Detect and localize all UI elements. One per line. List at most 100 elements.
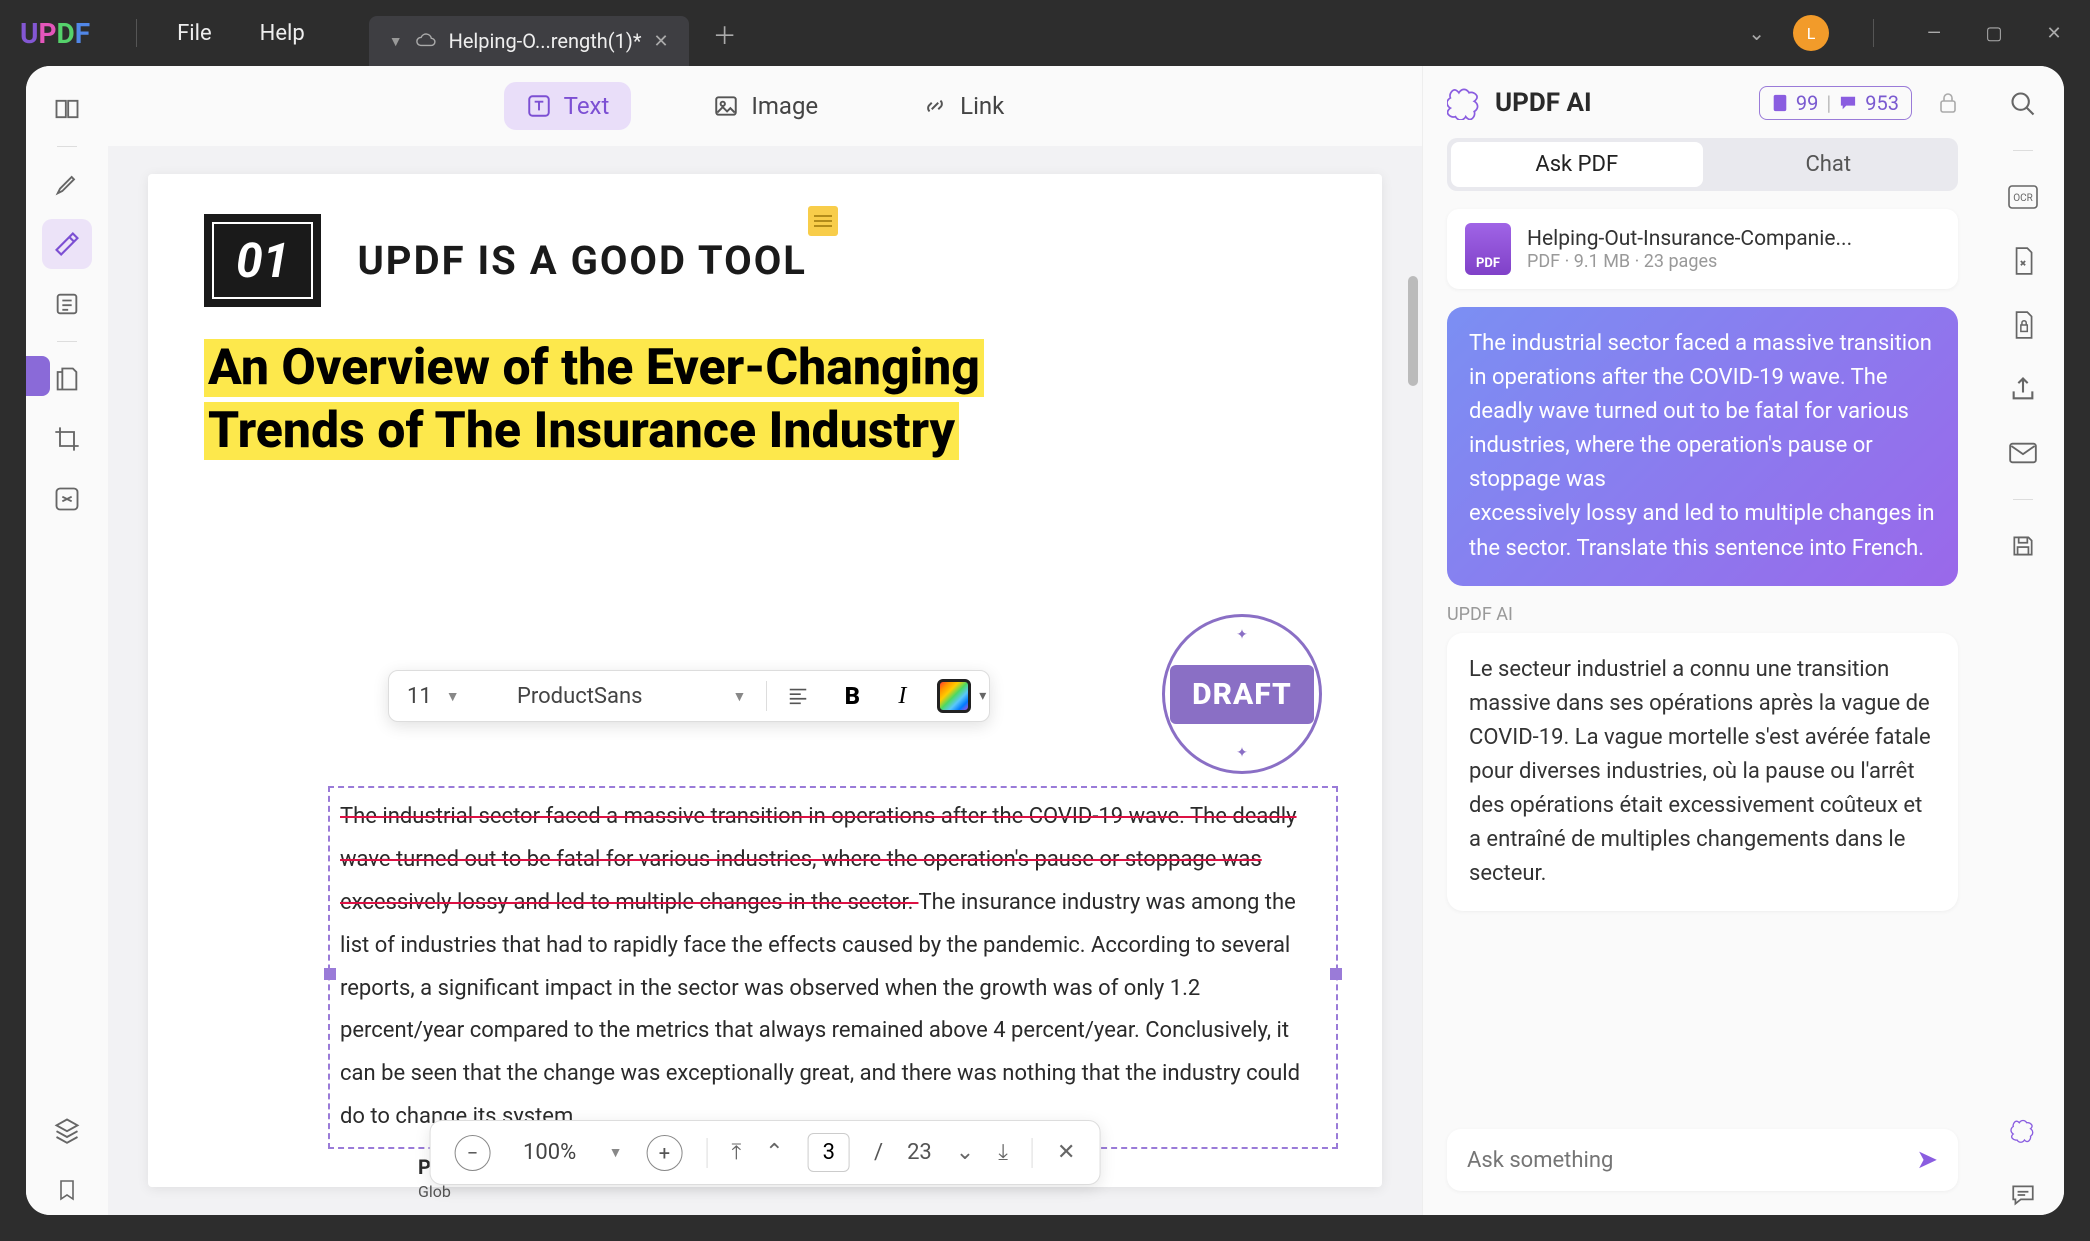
ai-credits-badge[interactable]: 99 | 953 — [1759, 86, 1912, 120]
redact-icon[interactable] — [42, 474, 92, 524]
protect-icon[interactable] — [2003, 305, 2043, 345]
ai-logo-icon — [1447, 86, 1481, 120]
ai-response-label: UPDF AI — [1447, 604, 1958, 625]
pdf-file-icon: PDF — [1465, 223, 1511, 275]
ai-panel-title: UPDF AI — [1495, 88, 1745, 118]
ai-badge-a: 99 — [1796, 91, 1818, 115]
page-headline[interactable]: An Overview of the Ever-Changing Trends … — [204, 339, 984, 460]
sticky-note-icon[interactable] — [808, 206, 838, 236]
ai-attached-file[interactable]: PDF Helping-Out-Insurance-Companie... PD… — [1447, 209, 1958, 289]
page-number-input[interactable]: 3 — [808, 1133, 850, 1172]
email-icon[interactable] — [2003, 433, 2043, 473]
prev-page-icon[interactable]: ⌃ — [765, 1135, 783, 1171]
separator — [766, 681, 767, 711]
window-close-icon[interactable]: ✕ — [2038, 23, 2070, 44]
caret-down-icon: ▼ — [732, 688, 746, 705]
align-left-icon[interactable] — [787, 685, 817, 707]
font-size-value: 11 — [407, 684, 432, 709]
ai-text-input[interactable] — [1467, 1148, 1916, 1173]
window-minimize-icon[interactable]: — — [1918, 23, 1950, 44]
separator — [1032, 1138, 1033, 1168]
separator — [57, 341, 77, 342]
crop-icon[interactable] — [42, 414, 92, 464]
layers-icon[interactable] — [42, 1105, 92, 1155]
separator — [57, 146, 77, 147]
tab-close-icon[interactable]: ✕ — [653, 31, 668, 52]
font-family-select[interactable]: ProductSans ▼ — [517, 684, 746, 709]
text-format-toolbar: 11 ▼ ProductSans ▼ B I — [388, 670, 990, 722]
section-title: UPDF IS A GOOD TOOL — [357, 237, 806, 284]
ai-flower-icon[interactable] — [2003, 1111, 2043, 1151]
chevron-down-icon[interactable]: ⌄ — [1748, 21, 1765, 45]
zoom-in-button[interactable]: + — [646, 1135, 682, 1171]
ai-tab-ask-pdf[interactable]: Ask PDF — [1451, 142, 1703, 187]
ai-input-bar[interactable]: ➤ — [1447, 1129, 1958, 1191]
document-tab[interactable]: ▼ Helping-O...rength(1)* ✕ — [369, 16, 689, 66]
ocr-icon[interactable]: OCR — [2003, 177, 2043, 217]
search-icon[interactable] — [2003, 84, 2043, 124]
font-family-value: ProductSans — [517, 684, 642, 709]
page-total: 23 — [907, 1140, 932, 1165]
lock-icon[interactable] — [1938, 92, 1958, 114]
draft-stamp[interactable]: DRAFT — [1162, 614, 1322, 774]
title-bar: UPDF File Help ▼ Helping-O...rength(1)* … — [0, 0, 2090, 66]
page-controls: − 100% ▼ + ⤒ ⌃ 3 / 23 ⌄ ⤓ ✕ — [430, 1120, 1101, 1185]
scrollbar-thumb[interactable] — [1408, 276, 1418, 386]
ai-tabs: Ask PDF Chat — [1447, 138, 1958, 191]
tool-image[interactable]: Image — [691, 82, 840, 130]
tool-link[interactable]: Link — [900, 82, 1026, 130]
svg-text:OCR: OCR — [2013, 193, 2033, 204]
tool-image-label: Image — [751, 92, 818, 120]
last-page-icon[interactable]: ⤓ — [998, 1135, 1008, 1171]
tool-text[interactable]: Text — [504, 82, 632, 130]
form-icon[interactable] — [42, 279, 92, 329]
document-viewport[interactable]: 01 UPDF IS A GOOD TOOL An Overview of th… — [108, 146, 1422, 1215]
menu-help[interactable]: Help — [236, 13, 329, 54]
window-maximize-icon[interactable]: ▢ — [1978, 23, 2010, 44]
separator — [2013, 150, 2033, 151]
edit-text-icon[interactable] — [42, 219, 92, 269]
ai-badge-b: 953 — [1865, 91, 1899, 115]
headline-line-1: An Overview of the Ever-Changing — [204, 339, 984, 397]
user-avatar[interactable]: L — [1793, 15, 1829, 51]
tool-link-label: Link — [960, 92, 1004, 120]
app-logo: UPDF — [20, 17, 90, 50]
new-tab-button[interactable]: ＋ — [713, 16, 737, 51]
zoom-out-button[interactable]: − — [455, 1135, 491, 1171]
font-size-select[interactable]: 11 ▼ — [407, 684, 497, 709]
ai-side-panel: UPDF AI 99 | 953 Ask PDF Chat — [1422, 66, 1982, 1215]
zoom-level[interactable]: 100% — [515, 1140, 585, 1165]
reader-mode-icon[interactable] — [42, 84, 92, 134]
first-page-icon[interactable]: ⤒ — [731, 1135, 741, 1171]
editable-text-box[interactable]: The industrial sector faced a massive tr… — [328, 786, 1338, 1149]
menu-file[interactable]: File — [153, 13, 236, 54]
side-expand-handle[interactable] — [26, 356, 50, 396]
ai-file-name: Helping-Out-Insurance-Companie... — [1527, 227, 1852, 251]
page-sep: / — [874, 1140, 883, 1165]
ai-tab-chat[interactable]: Chat — [1703, 142, 1955, 187]
save-icon[interactable] — [2003, 526, 2043, 566]
body-rest: The insurance industry was among the lis… — [340, 890, 1300, 1129]
resize-handle-right[interactable] — [1330, 968, 1342, 980]
ai-file-meta: PDF · 9.1 MB · 23 pages — [1527, 251, 1852, 272]
highlighter-icon[interactable] — [42, 159, 92, 209]
italic-button[interactable]: I — [887, 683, 917, 710]
draft-stamp-label: DRAFT — [1170, 665, 1314, 724]
convert-icon[interactable] — [2003, 241, 2043, 281]
caret-down-icon[interactable]: ▼ — [609, 1144, 623, 1161]
divider — [136, 19, 137, 47]
comment-icon[interactable] — [2003, 1175, 2043, 1215]
text-color-picker[interactable] — [937, 679, 971, 713]
resize-handle-left[interactable] — [324, 968, 336, 980]
tab-dropdown-icon[interactable]: ▼ — [389, 33, 403, 50]
send-icon[interactable]: ➤ — [1916, 1145, 1938, 1175]
bold-button[interactable]: B — [837, 682, 867, 710]
bookmark-icon[interactable] — [42, 1165, 92, 1215]
right-toolbar: OCR — [1982, 66, 2064, 1215]
close-pager-icon[interactable]: ✕ — [1057, 1135, 1075, 1171]
edit-toolbar: Text Image Link — [108, 66, 1422, 146]
ai-response-message: Le secteur industriel a connu une transi… — [1447, 633, 1958, 912]
next-page-icon[interactable]: ⌄ — [956, 1135, 974, 1171]
divider — [1873, 19, 1874, 47]
share-icon[interactable] — [2003, 369, 2043, 409]
